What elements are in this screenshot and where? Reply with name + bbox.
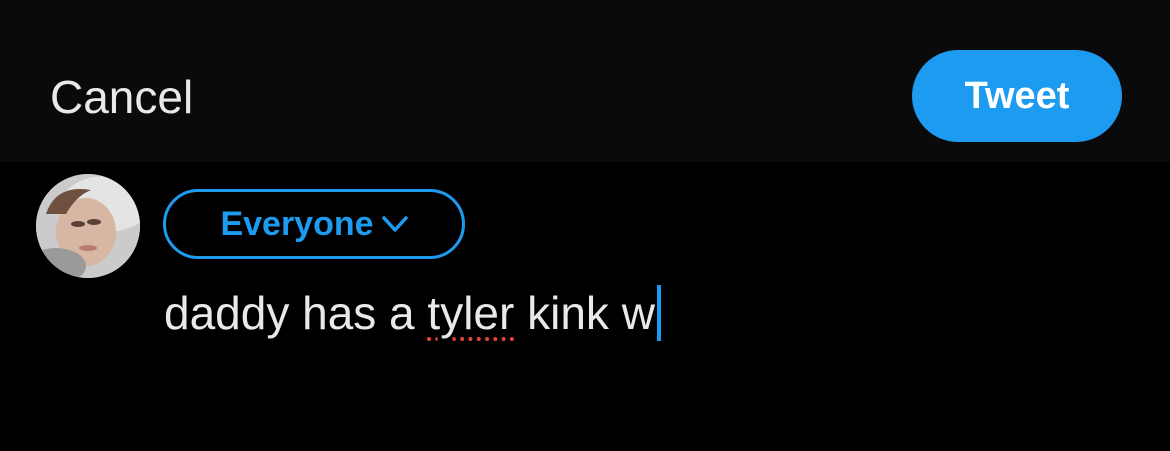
compose-header: Cancel Tweet	[0, 0, 1170, 162]
tweet-text-segment: kink w	[514, 287, 655, 339]
misspelled-word[interactable]: tyler	[427, 286, 514, 340]
chevron-down-icon	[381, 215, 408, 233]
cancel-button[interactable]: Cancel	[50, 70, 193, 124]
audience-selector[interactable]: Everyone	[163, 189, 465, 259]
tweet-text-input[interactable]: daddy has a tyler kink w	[164, 282, 661, 344]
avatar[interactable]	[36, 174, 140, 278]
text-caret	[656, 285, 661, 341]
tweet-text-segment: daddy has a	[164, 287, 428, 339]
tweet-button[interactable]: Tweet	[912, 50, 1122, 142]
audience-label: Everyone	[220, 204, 374, 243]
avatar-image	[36, 174, 140, 278]
